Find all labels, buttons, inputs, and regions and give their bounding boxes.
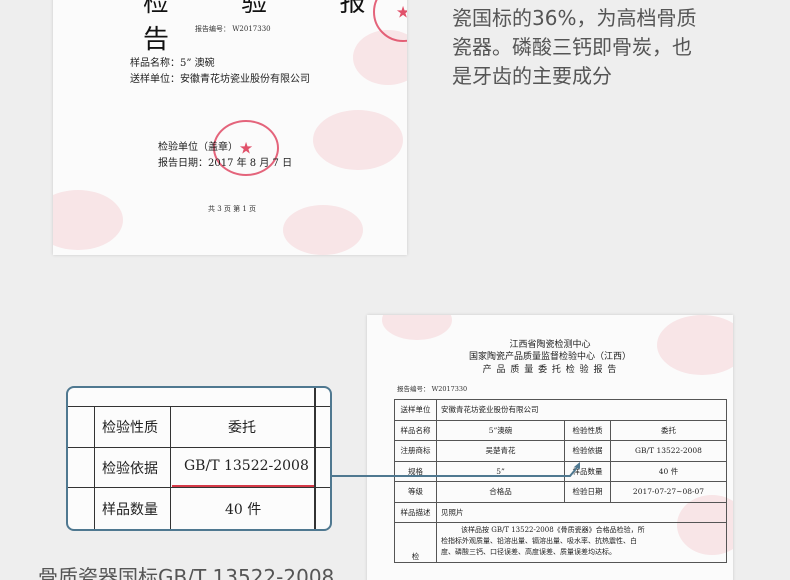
row-value: 见照片 [436,501,727,523]
watermark [313,110,403,170]
magnified-table-panel: 检验性质 委托 检验依据 GB/T 13522-2008 样品数量 40 件 [66,386,332,531]
highlight-underline [172,485,314,487]
row-value: GB/T 13522-2008 [610,440,727,462]
org-name-2: 国家陶瓷产品质量监督检验中心（江西） [468,352,631,362]
table-row: 注册商标 吴楚青花 检验依据 GB/T 13522-2008 [394,440,727,462]
row-value: 40 件 [610,460,727,482]
description-line: 瓷器。磷酸三钙即骨炭，也 [452,35,692,59]
row-label: 样品描述 [394,501,437,523]
sender-unit: 送样单位：安徽青花坊瓷业股份有限公司 [130,74,310,85]
description-line: 是牙齿的主要成分 [452,64,612,88]
report-date: 报告日期：2017 年 8 月 7 日 [158,158,293,169]
row-value: 吴楚青花 [436,440,565,462]
watermark [283,205,363,255]
report-number: 报告编号： W2017330 [397,385,468,393]
row-label: 检验性质 [564,419,611,441]
divider [68,406,330,407]
row-label: 送样单位 [394,399,437,421]
row-value: 委托 [610,419,727,441]
zoom-value-basis: GB/T 13522-2008 [184,458,309,474]
report-table: 送样单位 安徽青花坊瓷业股份有限公司 样品名称 5”澳碗 检验性质 委托 注册商… [394,399,727,563]
divider [170,406,171,529]
conclusion-text: 该样品按 GB/T 13522-2008《骨质瓷器》合格品检验，所 检指标外观质… [436,522,727,563]
conclusion-line: 该样品按 GB/T 13522-2008《骨质瓷器》合格品检验，所 [461,526,645,534]
divider [94,406,95,529]
connector-arrow [330,462,580,477]
divider [68,447,330,448]
watermark [53,190,123,250]
row-value: 2017-07-27~08-07 [610,481,727,503]
conclusion-line: 检指标外观质量、铅溶出量、镉溶出量、吸水率、抗热震性、白 [441,537,637,545]
row-label: 检验依据 [564,440,611,462]
zoom-label-basis: 检验依据 [102,461,158,477]
row-label: 检验日期 [564,481,611,503]
conclusion-line: 度、磷酸三钙、口径误差、高度误差、质量误差均达标。 [441,548,616,556]
report-heading: 检 验 报 告 [143,0,398,55]
page-indicator: 共 3 页 第 1 页 [208,205,257,213]
bottom-report-page: 江西省陶瓷检测中心 国家陶瓷产品质量监督检验中心（江西） 产 品 质 量 委 托… [367,315,733,580]
divider [314,388,316,529]
divider [68,487,330,488]
standard-caption: 骨质瓷器国标GB/T 13522-2008 [38,565,335,580]
row-value: 5”澳碗 [436,419,565,441]
zoom-label-nature: 检验性质 [102,420,158,436]
row-value: 合格品 [436,481,565,503]
table-row: 样品名称 5”澳碗 检验性质 委托 [394,419,727,441]
row-label: 注册商标 [394,440,437,462]
report-title: 产 品 质 量 委 托 检 验 报 告 [482,365,618,375]
table-row: 检 该样品按 GB/T 13522-2008《骨质瓷器》合格品检验，所 检指标外… [394,522,727,563]
table-row: 等级 合格品 检验日期 2017-07-27~08-07 [394,481,727,503]
row-label: 检 [394,522,437,563]
table-row: 送样单位 安徽青花坊瓷业股份有限公司 [394,399,727,421]
top-report-page: 检 验 报 告 报告编号： W2017330 样品名称：5” 澳碗 送样单位：安… [53,0,407,255]
table-row: 样品描述 见照片 [394,501,727,523]
description-line: 瓷国标的36%，为高档骨质 [452,6,697,30]
row-label: 等级 [394,481,437,503]
report-number: 报告编号： W2017330 [195,25,271,33]
row-value: 安徽青花坊瓷业股份有限公司 [436,399,727,421]
sample-name: 样品名称：5” 澳碗 [130,58,215,69]
zoom-value-quantity: 40 件 [225,502,262,518]
row-label: 样品名称 [394,419,437,441]
inspection-unit: 检验单位（盖章） [158,142,238,153]
zoom-value-nature: 委托 [228,420,256,436]
zoom-label-quantity: 样品数量 [102,502,158,518]
description-text: 瓷国标的36%，为高档骨质 瓷器。磷酸三钙即骨炭，也 是牙齿的主要成分 [452,4,782,91]
seal-star-icon: ★ [395,2,407,22]
